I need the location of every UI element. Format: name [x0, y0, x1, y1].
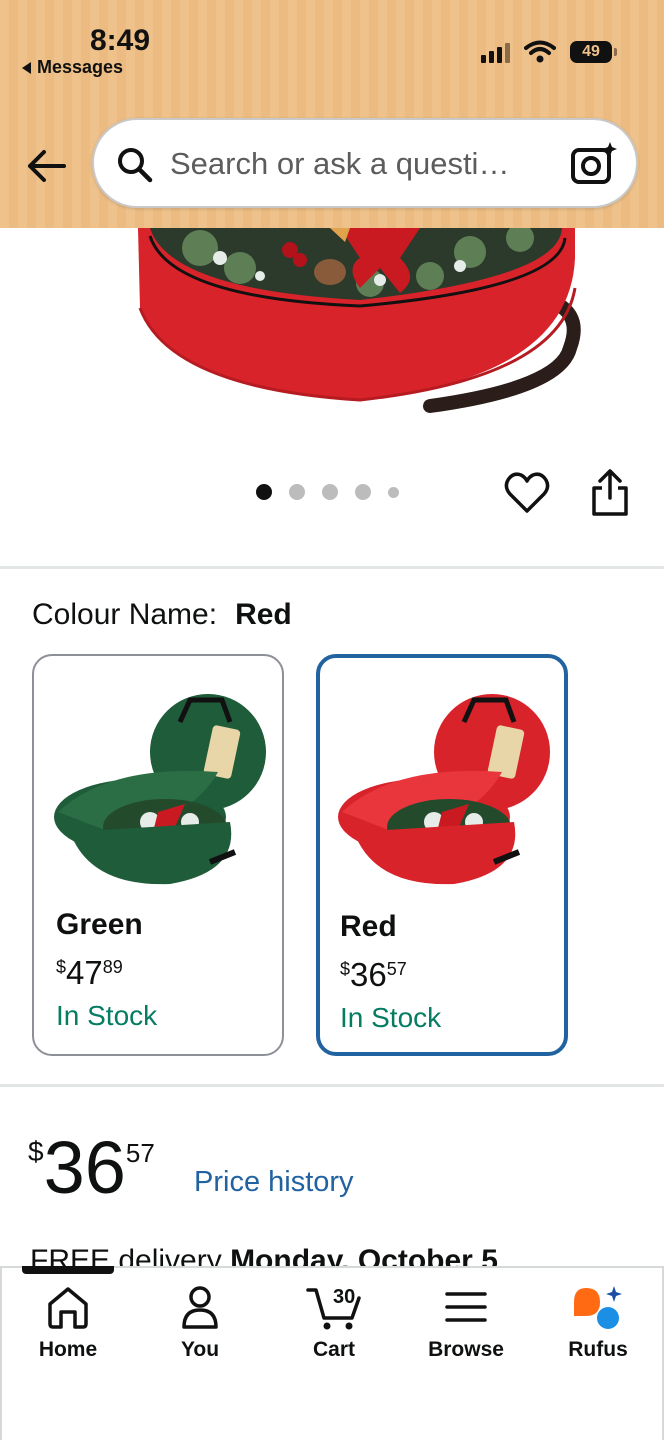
colour-label: Colour Name:	[32, 598, 218, 631]
carousel-dot[interactable]	[388, 486, 399, 498]
carousel-dot[interactable]	[322, 484, 338, 500]
cart-count-badge: 30	[333, 1286, 356, 1308]
camera-search-icon[interactable]	[570, 140, 618, 186]
nav-browse[interactable]: Browse	[406, 1284, 526, 1362]
person-icon	[182, 1286, 218, 1329]
red-bag-thumbnail	[334, 672, 552, 902]
section-divider	[0, 1084, 664, 1087]
heart-icon[interactable]	[504, 470, 550, 516]
search-icon	[118, 148, 153, 183]
search-input[interactable]	[170, 144, 540, 184]
status-icons: 49	[481, 40, 617, 64]
battery-level: 49	[582, 43, 600, 60]
nav-home[interactable]: Home	[8, 1284, 128, 1362]
search-bar[interactable]	[92, 118, 638, 208]
colour-option-price: $36 57	[340, 956, 407, 993]
carousel-dot[interactable]	[256, 484, 272, 500]
wifi-icon	[524, 40, 556, 63]
nav-label: Rufus	[568, 1338, 628, 1361]
home-icon	[48, 1287, 88, 1329]
colour-option-green[interactable]: Green $47 89 In Stock	[32, 654, 284, 1056]
stock-status: In Stock	[340, 1002, 442, 1033]
rufus-icon	[574, 1286, 622, 1329]
nav-label: You	[180, 1338, 220, 1361]
back-app-label: Messages	[37, 57, 124, 77]
colour-name-row: Colour Name: Red	[32, 598, 292, 632]
product-image[interactable]	[0, 228, 664, 428]
back-arrow-icon[interactable]	[24, 144, 68, 188]
carousel-dot[interactable]	[289, 484, 305, 500]
section-divider	[0, 566, 664, 569]
colour-option-name: Green	[56, 908, 143, 941]
price-history-link[interactable]: Price history	[194, 1166, 354, 1199]
cellular-signal-icon	[481, 41, 510, 63]
colour-option-red[interactable]: Red $36 57 In Stock	[316, 654, 568, 1056]
back-to-app-link[interactable]: Messages	[22, 57, 123, 78]
top-header: 8:49 Messages 49	[0, 0, 664, 228]
nav-rufus[interactable]: Rufus	[538, 1284, 658, 1362]
colour-option-price: $47 89	[56, 954, 123, 991]
nav-label: Browse	[428, 1338, 504, 1361]
active-tab-indicator	[22, 1266, 114, 1274]
nav-you[interactable]: You	[140, 1284, 260, 1362]
battery-icon: 49	[570, 41, 617, 63]
nav-label: Home	[38, 1338, 98, 1361]
stock-status: In Stock	[56, 1000, 158, 1031]
selected-colour: Red	[235, 598, 292, 631]
nav-cart[interactable]: 30 Cart	[274, 1284, 394, 1362]
main-price: $36 57	[28, 1126, 155, 1209]
nav-label: Cart	[312, 1338, 355, 1361]
wreath-bag-image	[0, 228, 664, 428]
status-time: 8:49	[90, 24, 151, 57]
colour-option-name: Red	[340, 910, 397, 943]
bottom-navigation: Home You 30 Cart Browse Rufus	[0, 1266, 664, 1440]
carousel-dot[interactable]	[355, 484, 371, 500]
menu-icon	[445, 1292, 487, 1322]
back-triangle-icon	[22, 61, 31, 74]
image-carousel-dots[interactable]	[256, 484, 399, 500]
share-icon[interactable]	[588, 468, 632, 518]
green-bag-thumbnail	[50, 672, 268, 902]
